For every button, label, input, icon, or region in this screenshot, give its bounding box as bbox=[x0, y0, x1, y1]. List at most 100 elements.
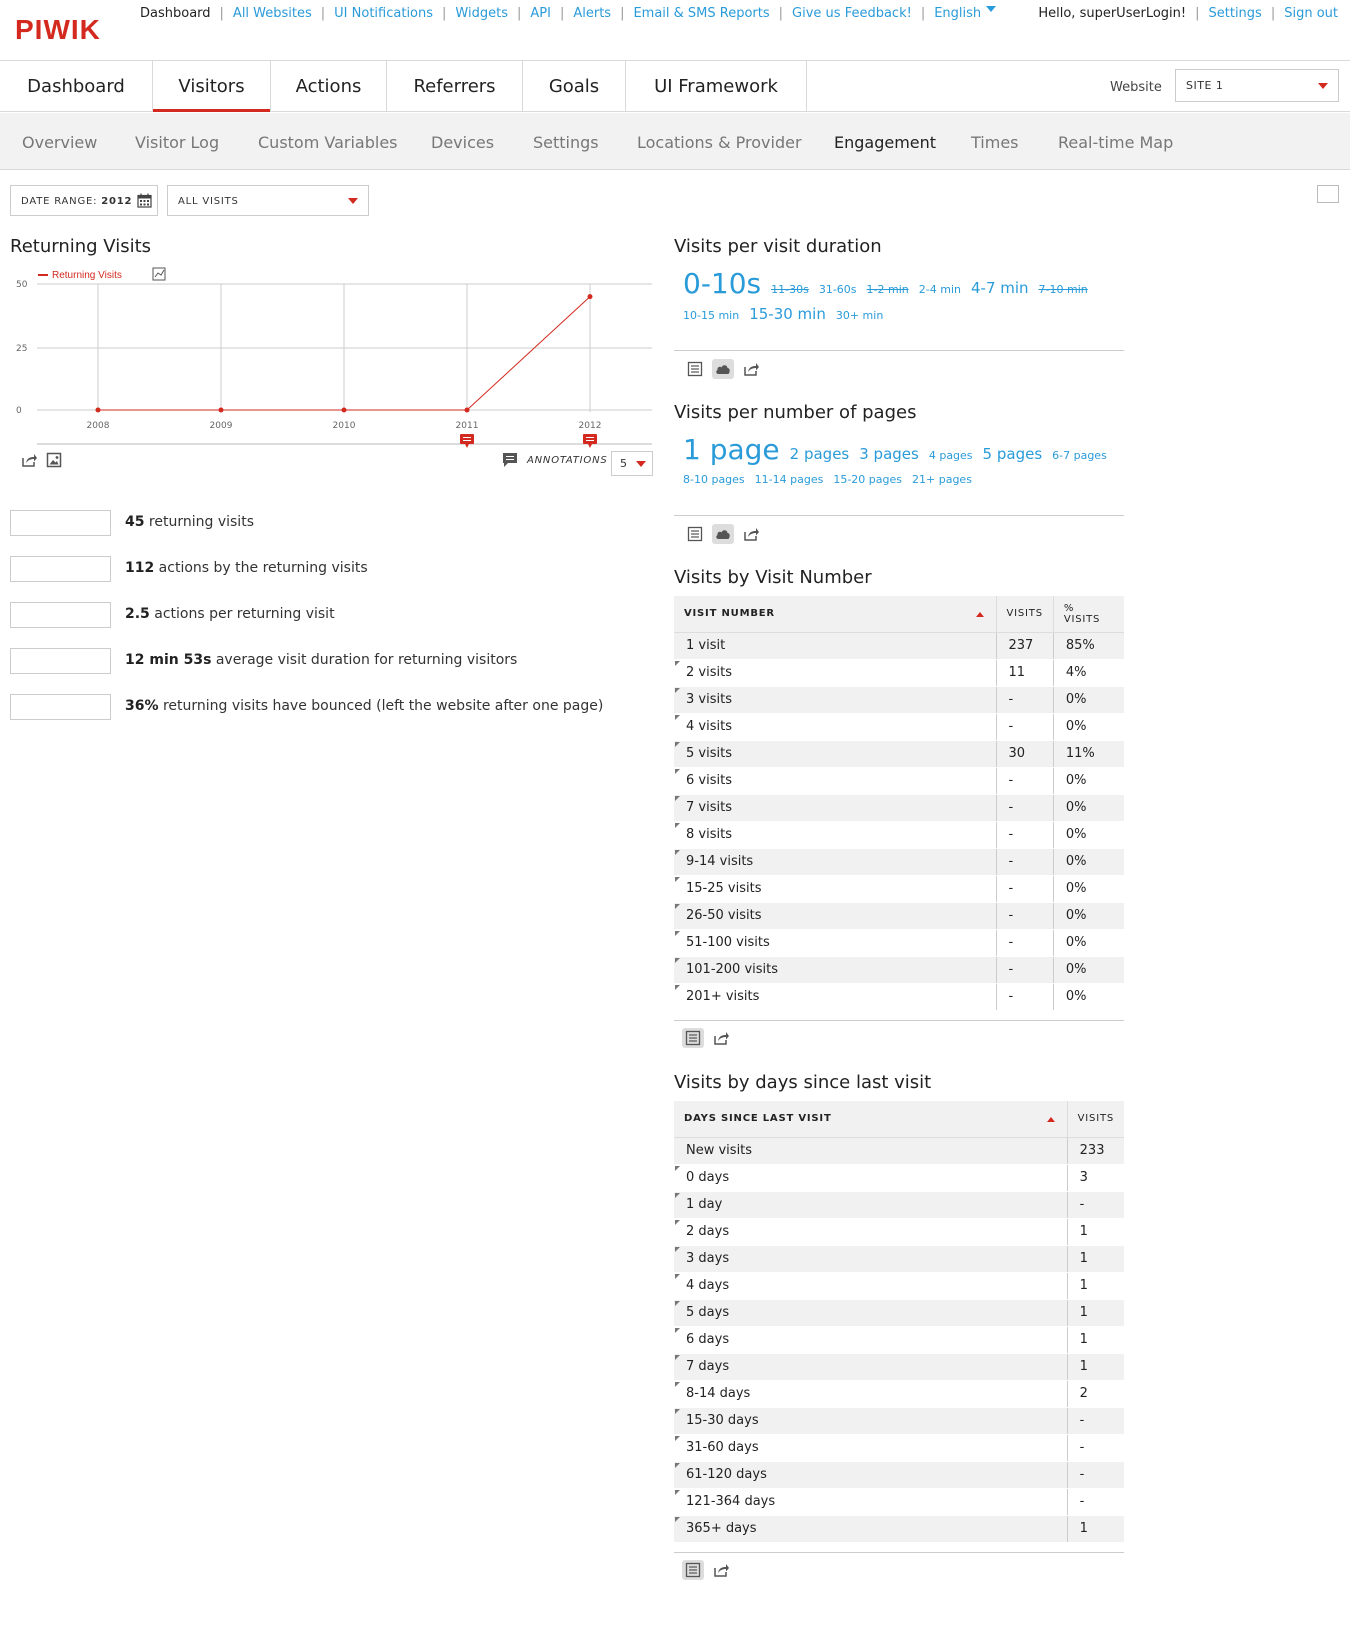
topnav-api[interactable]: API bbox=[530, 6, 551, 21]
cloud-tag-0-10s[interactable]: 0-10s bbox=[683, 270, 761, 298]
expand-row-icon[interactable] bbox=[675, 1489, 680, 1495]
annotation-marker-icon[interactable] bbox=[583, 434, 597, 448]
topnav-widgets[interactable]: Widgets bbox=[455, 6, 508, 21]
submenu-item-devices[interactable]: Devices bbox=[431, 133, 494, 152]
topnav-dashboard[interactable]: Dashboard bbox=[140, 6, 211, 21]
table-row[interactable]: 8 visits - 0% bbox=[674, 821, 1124, 849]
data-point[interactable] bbox=[587, 294, 593, 300]
table-row[interactable]: 15-30 days - bbox=[674, 1407, 1124, 1435]
returning-visits-chart[interactable]: 0 25 50 2008 2009 2010 2011 2012 Returning Visit… bbox=[0, 258, 665, 478]
expand-row-icon[interactable] bbox=[675, 822, 680, 828]
cloud-tag-2-pages[interactable]: 2 pages bbox=[790, 442, 850, 466]
expand-row-icon[interactable] bbox=[675, 741, 680, 747]
date-range-selector[interactable]: DATE RANGE: 2012 bbox=[10, 185, 158, 216]
expand-row-icon[interactable] bbox=[675, 1165, 680, 1171]
table-row[interactable]: 7 visits - 0% bbox=[674, 794, 1124, 822]
topnav-all-websites[interactable]: All Websites bbox=[233, 6, 312, 21]
data-point[interactable] bbox=[464, 407, 470, 413]
cloud-tag-15-20-pages[interactable]: 15-20 pages bbox=[833, 468, 902, 492]
cloud-tag-15-30-min[interactable]: 15-30 min bbox=[749, 302, 826, 326]
topnav-alerts[interactable]: Alerts bbox=[573, 6, 611, 21]
expand-row-icon[interactable] bbox=[675, 1219, 680, 1225]
expand-row-icon[interactable] bbox=[675, 930, 680, 936]
expand-row-icon[interactable] bbox=[675, 795, 680, 801]
cloud-tag-6-7-pages[interactable]: 6-7 pages bbox=[1052, 444, 1107, 468]
expand-row-icon[interactable] bbox=[675, 1273, 680, 1279]
expand-row-icon[interactable] bbox=[675, 1246, 680, 1252]
column-header-visits[interactable]: VISITS bbox=[995, 596, 1054, 633]
cloud-tag-11-14-pages[interactable]: 11-14 pages bbox=[755, 468, 824, 492]
cloud-tag-7-10-min[interactable]: 7-10 min bbox=[1039, 278, 1088, 302]
annotations-label[interactable]: ANNOTATIONS bbox=[527, 455, 608, 466]
cloud-tag-21-pages[interactable]: 21+ pages bbox=[912, 468, 972, 492]
export-icon[interactable] bbox=[710, 1560, 732, 1580]
submenu-item-real-time-map[interactable]: Real-time Map bbox=[1058, 133, 1173, 152]
sparkline-graph[interactable] bbox=[10, 694, 111, 720]
column-header-visits[interactable]: VISITS bbox=[1066, 1101, 1124, 1138]
sparkline-graph[interactable] bbox=[10, 648, 111, 674]
data-point[interactable] bbox=[218, 407, 224, 413]
expand-row-icon[interactable] bbox=[675, 768, 680, 774]
expand-row-icon[interactable] bbox=[675, 660, 680, 666]
column-header-days-since-last-visit[interactable]: DAYS SINCE LAST VISIT bbox=[674, 1101, 1068, 1138]
data-point[interactable] bbox=[341, 407, 347, 413]
table-row[interactable]: 121-364 days - bbox=[674, 1488, 1124, 1516]
table-row[interactable]: 5 visits 30 11% bbox=[674, 740, 1124, 768]
table-row[interactable]: 3 days 1 bbox=[674, 1245, 1124, 1273]
table-row[interactable]: 2 visits 11 4% bbox=[674, 659, 1124, 687]
table-row[interactable]: 1 day - bbox=[674, 1191, 1124, 1219]
piwik-logo[interactable]: PIWIK bbox=[15, 14, 101, 46]
tab-actions[interactable]: Actions bbox=[271, 61, 387, 111]
submenu-item-settings[interactable]: Settings bbox=[533, 133, 599, 152]
expand-row-icon[interactable] bbox=[675, 1354, 680, 1360]
expand-row-icon[interactable] bbox=[675, 984, 680, 990]
table-row[interactable]: 1 visit 237 85% bbox=[674, 632, 1124, 660]
export-icon[interactable] bbox=[740, 359, 762, 379]
cloud-tag-4-7-min[interactable]: 4-7 min bbox=[971, 276, 1029, 300]
topnav-give-us-feedback[interactable]: Give us Feedback! bbox=[792, 6, 912, 21]
export-icon[interactable] bbox=[710, 1028, 732, 1048]
table-view-icon[interactable] bbox=[684, 524, 706, 544]
settings-link[interactable]: Settings bbox=[1209, 6, 1262, 21]
limit-selector[interactable]: 5 bbox=[611, 451, 653, 476]
tab-goals[interactable]: Goals bbox=[523, 61, 626, 111]
tab-ui-framework[interactable]: UI Framework bbox=[626, 61, 807, 111]
cloud-tag-30-min[interactable]: 30+ min bbox=[836, 304, 883, 328]
table-row[interactable]: 5 days 1 bbox=[674, 1299, 1124, 1327]
sparkline-graph[interactable] bbox=[10, 510, 111, 536]
tag-cloud-icon[interactable] bbox=[712, 524, 734, 544]
expand-row-icon[interactable] bbox=[675, 903, 680, 909]
cloud-tag-8-10-pages[interactable]: 8-10 pages bbox=[683, 468, 745, 492]
topnav-english[interactable]: English bbox=[934, 6, 981, 21]
expand-row-icon[interactable] bbox=[675, 1381, 680, 1387]
cloud-tag-5-pages[interactable]: 5 pages bbox=[983, 442, 1043, 466]
cloud-tag-10-15-min[interactable]: 10-15 min bbox=[683, 304, 739, 328]
cloud-tag-1-page[interactable]: 1 page bbox=[683, 436, 780, 464]
annotation-marker-icon[interactable] bbox=[460, 434, 474, 448]
table-row[interactable]: 2 days 1 bbox=[674, 1218, 1124, 1246]
tag-cloud-icon[interactable] bbox=[712, 359, 734, 379]
annotations-icon[interactable] bbox=[502, 452, 518, 468]
table-row[interactable]: 51-100 visits - 0% bbox=[674, 929, 1124, 957]
cloud-tag-4-pages[interactable]: 4 pages bbox=[929, 444, 973, 468]
expand-row-icon[interactable] bbox=[675, 1516, 680, 1522]
table-row[interactable]: 6 visits - 0% bbox=[674, 767, 1124, 795]
column-header-visit-number[interactable]: VISIT NUMBER bbox=[674, 596, 996, 633]
tab-visitors[interactable]: Visitors bbox=[153, 61, 271, 112]
table-row[interactable]: 101-200 visits - 0% bbox=[674, 956, 1124, 984]
table-row[interactable]: 7 days 1 bbox=[674, 1353, 1124, 1381]
cloud-tag-1-2-min[interactable]: 1-2 min bbox=[867, 278, 909, 302]
expand-row-icon[interactable] bbox=[675, 849, 680, 855]
table-row[interactable]: 4 days 1 bbox=[674, 1272, 1124, 1300]
tab-dashboard[interactable]: Dashboard bbox=[0, 61, 153, 111]
expand-row-icon[interactable] bbox=[675, 876, 680, 882]
export-icon[interactable] bbox=[21, 452, 38, 468]
table-row[interactable]: New visits 233 bbox=[674, 1137, 1124, 1165]
expand-row-icon[interactable] bbox=[675, 1300, 680, 1306]
series-picker-icon[interactable] bbox=[152, 267, 166, 281]
dashboard-toggle-box[interactable] bbox=[1317, 185, 1339, 203]
table-view-icon[interactable] bbox=[684, 359, 706, 379]
table-row[interactable]: 201+ visits - 0% bbox=[674, 983, 1124, 1011]
table-row[interactable]: 15-25 visits - 0% bbox=[674, 875, 1124, 903]
table-view-icon[interactable] bbox=[682, 1028, 704, 1048]
